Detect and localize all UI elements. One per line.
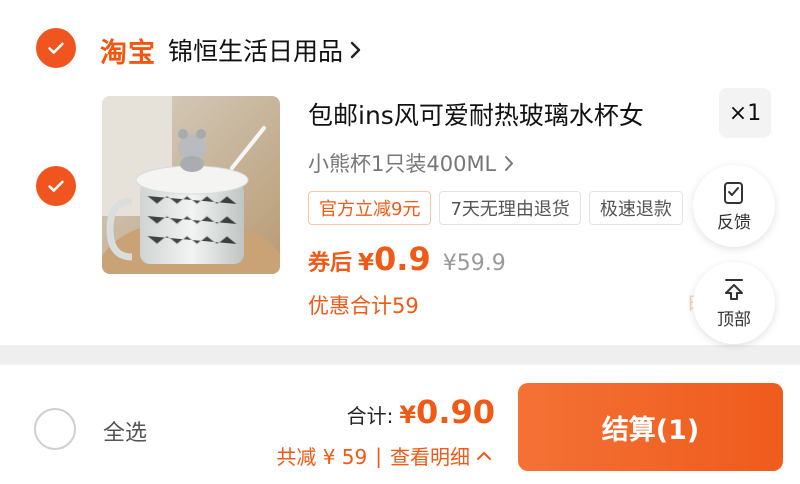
- select-all-label[interactable]: 全选: [103, 415, 147, 447]
- tag-official-discount: 官方立减9元: [308, 191, 432, 225]
- chevron-right-icon: [505, 155, 514, 171]
- taobao-logo: 淘宝: [100, 37, 156, 69]
- shop-select-checkbox[interactable]: [36, 28, 76, 68]
- top-label: 顶部: [717, 309, 751, 330]
- check-icon: [48, 180, 64, 192]
- tag-return-policy: 7天无理由退货: [439, 191, 581, 225]
- price-amount: 0.9: [374, 240, 431, 278]
- feedback-button[interactable]: 反馈: [693, 165, 775, 247]
- saving-text: 共减 ¥ 59: [276, 445, 368, 469]
- total-currency: ¥: [399, 401, 417, 429]
- select-all-checkbox[interactable]: [34, 408, 76, 450]
- price-currency: ¥: [358, 250, 375, 276]
- tag-fast-refund: 极速退款: [588, 191, 683, 225]
- saving-detail-row[interactable]: 共减 ¥ 59 | 查看明细: [276, 441, 492, 470]
- service-tags: 官方立减9元 7天无理由退货 极速退款: [308, 191, 718, 225]
- spec-label: 小熊杯1只装400ML: [308, 152, 497, 176]
- shop-name[interactable]: 锦恒生活日用品: [168, 32, 343, 68]
- chevron-right-icon: [350, 41, 361, 59]
- after-coupon-label: 券后: [308, 251, 353, 276]
- price-row: 券后 ¥ 0.9 ¥59.9: [308, 240, 506, 278]
- back-to-top-button[interactable]: 顶部: [693, 262, 775, 344]
- total-amount: 0.90: [416, 393, 495, 431]
- check-icon: [48, 42, 64, 54]
- feedback-icon: [724, 181, 743, 204]
- feedback-label: 反馈: [717, 212, 751, 233]
- checkout-button[interactable]: 结算(1): [518, 383, 783, 471]
- item-select-checkbox[interactable]: [36, 166, 76, 206]
- product-thumbnail[interactable]: [102, 96, 280, 274]
- arrow-up-icon: [725, 278, 743, 300]
- glass-mug-image: [102, 96, 280, 274]
- discount-total[interactable]: 优惠合计59: [308, 290, 419, 320]
- section-divider: [0, 345, 800, 365]
- total-label: 合计:: [346, 404, 394, 428]
- quantity-badge[interactable]: ×1: [719, 88, 771, 138]
- product-spec-selector[interactable]: 小熊杯1只装400ML: [308, 148, 515, 178]
- shop-header[interactable]: 淘宝 锦恒生活日用品: [100, 30, 363, 70]
- original-price: ¥59.9: [442, 251, 506, 276]
- separator: |: [375, 443, 382, 468]
- total-price-row: 合计: ¥ 0.90: [347, 393, 495, 431]
- chevron-up-icon: [477, 452, 491, 460]
- view-detail-link[interactable]: 查看明细: [390, 441, 470, 470]
- product-title[interactable]: 包邮ins风可爱耐热玻璃水杯女: [308, 96, 644, 132]
